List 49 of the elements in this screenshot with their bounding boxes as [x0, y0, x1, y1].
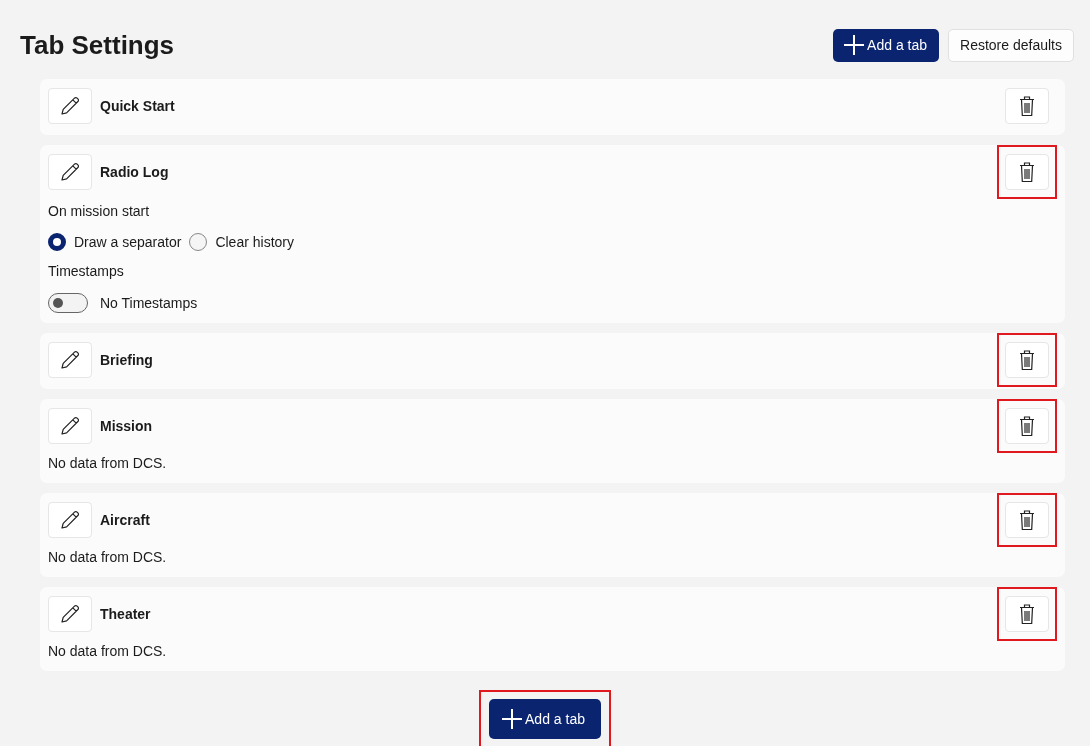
tab-name: Mission — [100, 418, 154, 434]
pencil-icon — [59, 603, 81, 625]
tab-name: Briefing — [100, 352, 154, 368]
tab-name: Aircraft — [100, 512, 151, 528]
trash-icon — [1018, 161, 1036, 183]
status-message: No data from DCS. — [48, 454, 168, 473]
delete-button[interactable] — [1005, 342, 1049, 378]
trash-icon — [1018, 603, 1036, 625]
radio-option[interactable]: Clear history — [189, 233, 294, 251]
radio-button[interactable] — [48, 233, 66, 251]
edit-button[interactable] — [48, 502, 92, 538]
delete-button[interactable] — [1005, 154, 1049, 190]
restore-defaults-button[interactable]: Restore defaults — [948, 28, 1074, 62]
radio-button[interactable] — [189, 233, 208, 251]
edit-button[interactable] — [48, 408, 92, 444]
edit-button[interactable] — [48, 88, 92, 124]
toggle-label: No Timestamps — [100, 295, 198, 311]
radio-label: Draw a separator — [74, 234, 182, 250]
add-tab-button[interactable]: Add a tab — [489, 699, 601, 739]
delete-button[interactable] — [1005, 596, 1049, 632]
status-message: No data from DCS. — [48, 548, 168, 567]
trash-icon — [1018, 415, 1036, 437]
pencil-icon — [59, 95, 81, 117]
edit-button[interactable] — [48, 342, 92, 378]
tab-name: Radio Log — [100, 164, 170, 180]
edit-button[interactable] — [48, 154, 92, 190]
page-title: Tab Settings — [20, 29, 175, 61]
add-tab-button[interactable]: Add a tab — [833, 28, 940, 62]
pencil-icon — [59, 349, 81, 371]
plus-icon — [501, 708, 524, 730]
section-label: On mission start — [48, 202, 151, 221]
toggle-switch[interactable] — [48, 293, 88, 313]
delete-button[interactable] — [1005, 88, 1049, 124]
delete-button[interactable] — [1005, 408, 1049, 444]
status-message: No data from DCS. — [48, 642, 168, 661]
tab-name: Theater — [100, 606, 152, 622]
radio-option[interactable]: Draw a separator — [48, 233, 182, 251]
pencil-icon — [59, 415, 81, 437]
pencil-icon — [59, 161, 81, 183]
tab-name: Quick Start — [100, 98, 176, 114]
pencil-icon — [59, 509, 81, 531]
trash-icon — [1018, 509, 1036, 531]
delete-button[interactable] — [1005, 502, 1049, 538]
plus-icon — [843, 34, 866, 56]
trash-icon — [1018, 95, 1036, 117]
radio-label: Clear history — [215, 234, 294, 250]
trash-icon — [1018, 349, 1036, 371]
edit-button[interactable] — [48, 596, 92, 632]
section-label: Timestamps — [48, 262, 125, 281]
